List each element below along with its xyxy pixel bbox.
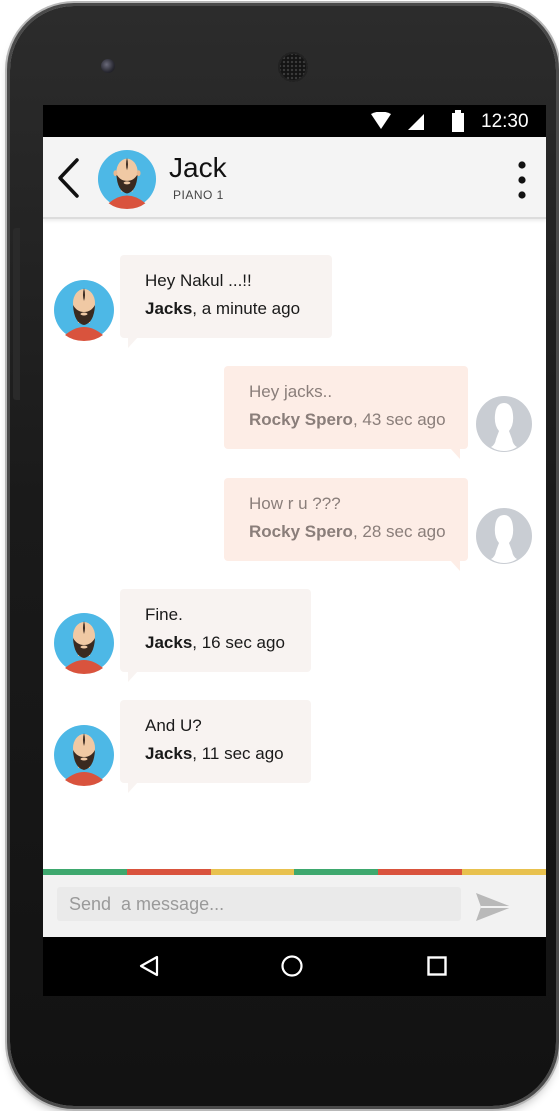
message-meta: Rocky Spero, 43 sec ago — [249, 410, 446, 430]
message-sender: Jacks — [145, 744, 193, 763]
message-bubble[interactable]: And U? Jacks, 11 sec ago — [120, 700, 311, 793]
message-text: How r u ??? — [249, 494, 341, 513]
user-avatar-placeholder — [476, 508, 532, 564]
message-sender: Jacks — [145, 633, 193, 652]
signal-icon — [408, 114, 424, 130]
bubble-tail — [450, 448, 460, 459]
more-vertical-icon[interactable] — [515, 159, 529, 201]
message-time: , 43 sec ago — [352, 410, 446, 429]
sender-avatar — [54, 613, 114, 674]
front-camera — [101, 59, 115, 73]
nav-home-icon[interactable] — [281, 955, 303, 977]
nav-recents-icon[interactable] — [427, 956, 447, 976]
message-meta: Rocky Spero, 28 sec ago — [249, 522, 446, 542]
status-bar: 12:30 — [43, 105, 546, 137]
battery-icon — [452, 110, 464, 132]
message-meta: Jacks, 11 sec ago — [145, 744, 284, 764]
contact-name: Jack — [169, 152, 227, 183]
message-sender: Rocky Spero — [249, 522, 353, 541]
message-sender: Jacks — [145, 299, 193, 318]
message-time: , 11 sec ago — [192, 744, 284, 763]
contact-avatar[interactable] — [97, 149, 157, 209]
send-icon[interactable] — [475, 891, 513, 923]
sender-avatar — [54, 725, 114, 786]
message-bubble[interactable]: Fine. Jacks, 16 sec ago — [120, 589, 311, 682]
message-meta: Jacks, a minute ago — [145, 299, 300, 319]
earpiece-speaker — [278, 52, 308, 82]
status-time: 12:30 — [481, 111, 529, 132]
bubble-tail — [450, 560, 460, 571]
user-avatar-placeholder — [476, 396, 532, 452]
sender-avatar — [54, 280, 114, 341]
message-meta: Jacks, 16 sec ago — [145, 633, 285, 653]
message-text: Hey jacks.. — [249, 382, 333, 401]
bubble-tail — [128, 337, 138, 348]
message-bubble[interactable]: Hey jacks.. Rocky Spero, 43 sec ago — [224, 366, 468, 459]
bubble-tail — [128, 782, 138, 793]
chat-header: Jack PIANO 1 — [43, 137, 546, 219]
nav-back-icon[interactable] — [139, 955, 159, 977]
message-input[interactable] — [57, 887, 461, 921]
message-time: , 16 sec ago — [192, 633, 285, 652]
chevron-left-icon[interactable] — [55, 157, 81, 199]
message-bubble[interactable]: Hey Nakul ...!! Jacks, a minute ago — [120, 255, 332, 348]
wifi-icon — [371, 112, 391, 129]
screen: 12:30 Jack PIANO 1 Hey Nakul ...!! Jacks… — [43, 105, 546, 996]
message-time: , 28 sec ago — [352, 522, 446, 541]
message-text: Fine. — [145, 605, 183, 624]
message-sender: Rocky Spero — [249, 410, 353, 429]
message-bubble[interactable]: How r u ??? Rocky Spero, 28 sec ago — [224, 478, 468, 571]
message-time: , a minute ago — [192, 299, 301, 318]
message-composer — [43, 875, 546, 937]
phone-frame: 12:30 Jack PIANO 1 Hey Nakul ...!! Jacks… — [10, 6, 556, 1106]
side-button — [13, 228, 20, 400]
message-list: Hey Nakul ...!! Jacks, a minute ago Hey … — [43, 219, 546, 869]
contact-subtitle: PIANO 1 — [173, 188, 224, 202]
navigation-bar — [43, 937, 546, 996]
message-text: And U? — [145, 716, 202, 735]
message-text: Hey Nakul ...!! — [145, 271, 252, 290]
bubble-tail — [128, 671, 138, 682]
